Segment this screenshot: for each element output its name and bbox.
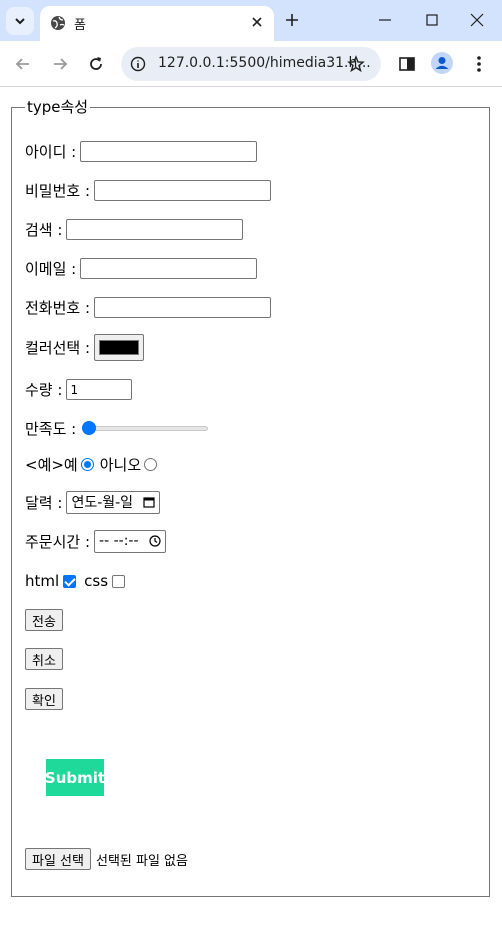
close-icon[interactable]	[250, 15, 264, 29]
cancel-button[interactable]: 취소	[25, 648, 63, 670]
more-options-icon[interactable]	[469, 54, 489, 74]
phone-label: 전화번호 :	[25, 298, 91, 317]
window-close-icon[interactable]	[468, 11, 486, 29]
slider-thumb[interactable]	[82, 421, 97, 435]
radio-row: <예>예 아니오	[25, 452, 163, 476]
clock-icon[interactable]	[148, 535, 161, 547]
checkbox-row: html css	[25, 569, 133, 593]
html-checkbox[interactable]	[63, 574, 77, 588]
radio-yes[interactable]	[80, 457, 94, 471]
confirm-button[interactable]: 확인	[25, 688, 63, 710]
fieldset-legend: type속성	[25, 98, 91, 116]
quantity-row: 수량 : 1	[25, 377, 133, 401]
email-row: 이메일 :	[25, 256, 258, 280]
address-bar[interactable]: 127.0.0.1:5500/himedia31.h...	[121, 47, 381, 81]
css-checkbox[interactable]	[112, 574, 126, 588]
email-input[interactable]	[80, 257, 258, 279]
file-row: 파일 선택 선택된 파일 없음	[25, 847, 188, 871]
active-tab[interactable]: 폼	[40, 6, 274, 41]
plus-icon[interactable]	[283, 11, 301, 29]
star-icon[interactable]	[347, 55, 365, 73]
chevron-down-icon	[15, 18, 25, 25]
date-input[interactable]: 연도-월-일	[66, 490, 161, 514]
time-row: 주문시간 : -- --:--	[25, 529, 166, 553]
date-placeholder: 연도-월-일	[71, 495, 134, 511]
html-checkbox-label: html	[25, 572, 60, 590]
css-checkbox-label: css	[84, 572, 109, 590]
color-row: 컬러선택 :	[25, 333, 145, 361]
radio-yes-label: <예>예	[25, 455, 78, 474]
profile-avatar[interactable]	[431, 52, 453, 74]
person-icon	[435, 57, 449, 69]
minimize-icon[interactable]	[376, 11, 394, 29]
tab-search-button[interactable]	[6, 7, 34, 35]
time-input[interactable]: -- --:--	[94, 529, 166, 553]
password-row: 비밀번호 :	[25, 178, 272, 202]
tab-strip: 폼	[0, 0, 502, 41]
phone-input[interactable]	[94, 296, 272, 318]
email-label: 이메일 :	[25, 259, 77, 278]
search-label: 검색 :	[25, 220, 63, 239]
send-button[interactable]: 전송	[25, 609, 63, 631]
radio-no-label: 아니오	[99, 455, 142, 474]
file-choose-button[interactable]: 파일 선택	[25, 848, 91, 870]
radio-no[interactable]	[144, 457, 158, 471]
id-row: 아이디 :	[25, 139, 258, 163]
id-label: 아이디 :	[25, 142, 77, 161]
phone-row: 전화번호 :	[25, 295, 272, 319]
side-panel-icon[interactable]	[397, 54, 417, 74]
time-label: 주문시간 :	[25, 532, 91, 551]
satisfaction-row: 만족도 :	[25, 416, 209, 440]
color-picker[interactable]	[94, 333, 145, 361]
id-input[interactable]	[80, 140, 258, 162]
send-row: 전송	[25, 608, 63, 632]
calendar-label: 달력 :	[25, 493, 63, 512]
slider-track	[82, 426, 209, 431]
search-input[interactable]	[66, 218, 244, 240]
confirm-row: 확인	[25, 687, 63, 711]
search-row: 검색 :	[25, 217, 244, 241]
time-placeholder: -- --:--	[99, 533, 139, 549]
site-info-icon[interactable]	[130, 56, 146, 72]
color-swatch	[99, 339, 140, 355]
quantity-input[interactable]: 1	[66, 378, 133, 400]
maximize-icon[interactable]	[423, 11, 441, 29]
satisfaction-label: 만족도 :	[25, 419, 77, 438]
quantity-label: 수량 :	[25, 380, 63, 399]
back-arrow-icon[interactable]	[13, 54, 33, 74]
calendar-icon[interactable]	[143, 496, 155, 508]
cancel-row: 취소	[25, 647, 63, 671]
tab-title: 폼	[74, 18, 86, 33]
browser-toolbar: 127.0.0.1:5500/himedia31.h...	[0, 41, 502, 87]
url-text: 127.0.0.1:5500/himedia31.h...	[158, 55, 371, 71]
satisfaction-slider[interactable]	[82, 420, 209, 436]
file-status-text: 선택된 파일 없음	[95, 853, 188, 869]
globe-icon	[51, 16, 65, 30]
submit-image-button[interactable]: Submit	[45, 759, 105, 796]
calendar-row: 달력 : 연도-월-일	[25, 490, 161, 514]
forward-arrow-icon[interactable]	[50, 54, 70, 74]
password-input[interactable]	[94, 179, 272, 201]
reload-icon[interactable]	[86, 54, 106, 74]
color-label: 컬러선택 :	[25, 338, 91, 357]
password-label: 비밀번호 :	[25, 181, 91, 200]
